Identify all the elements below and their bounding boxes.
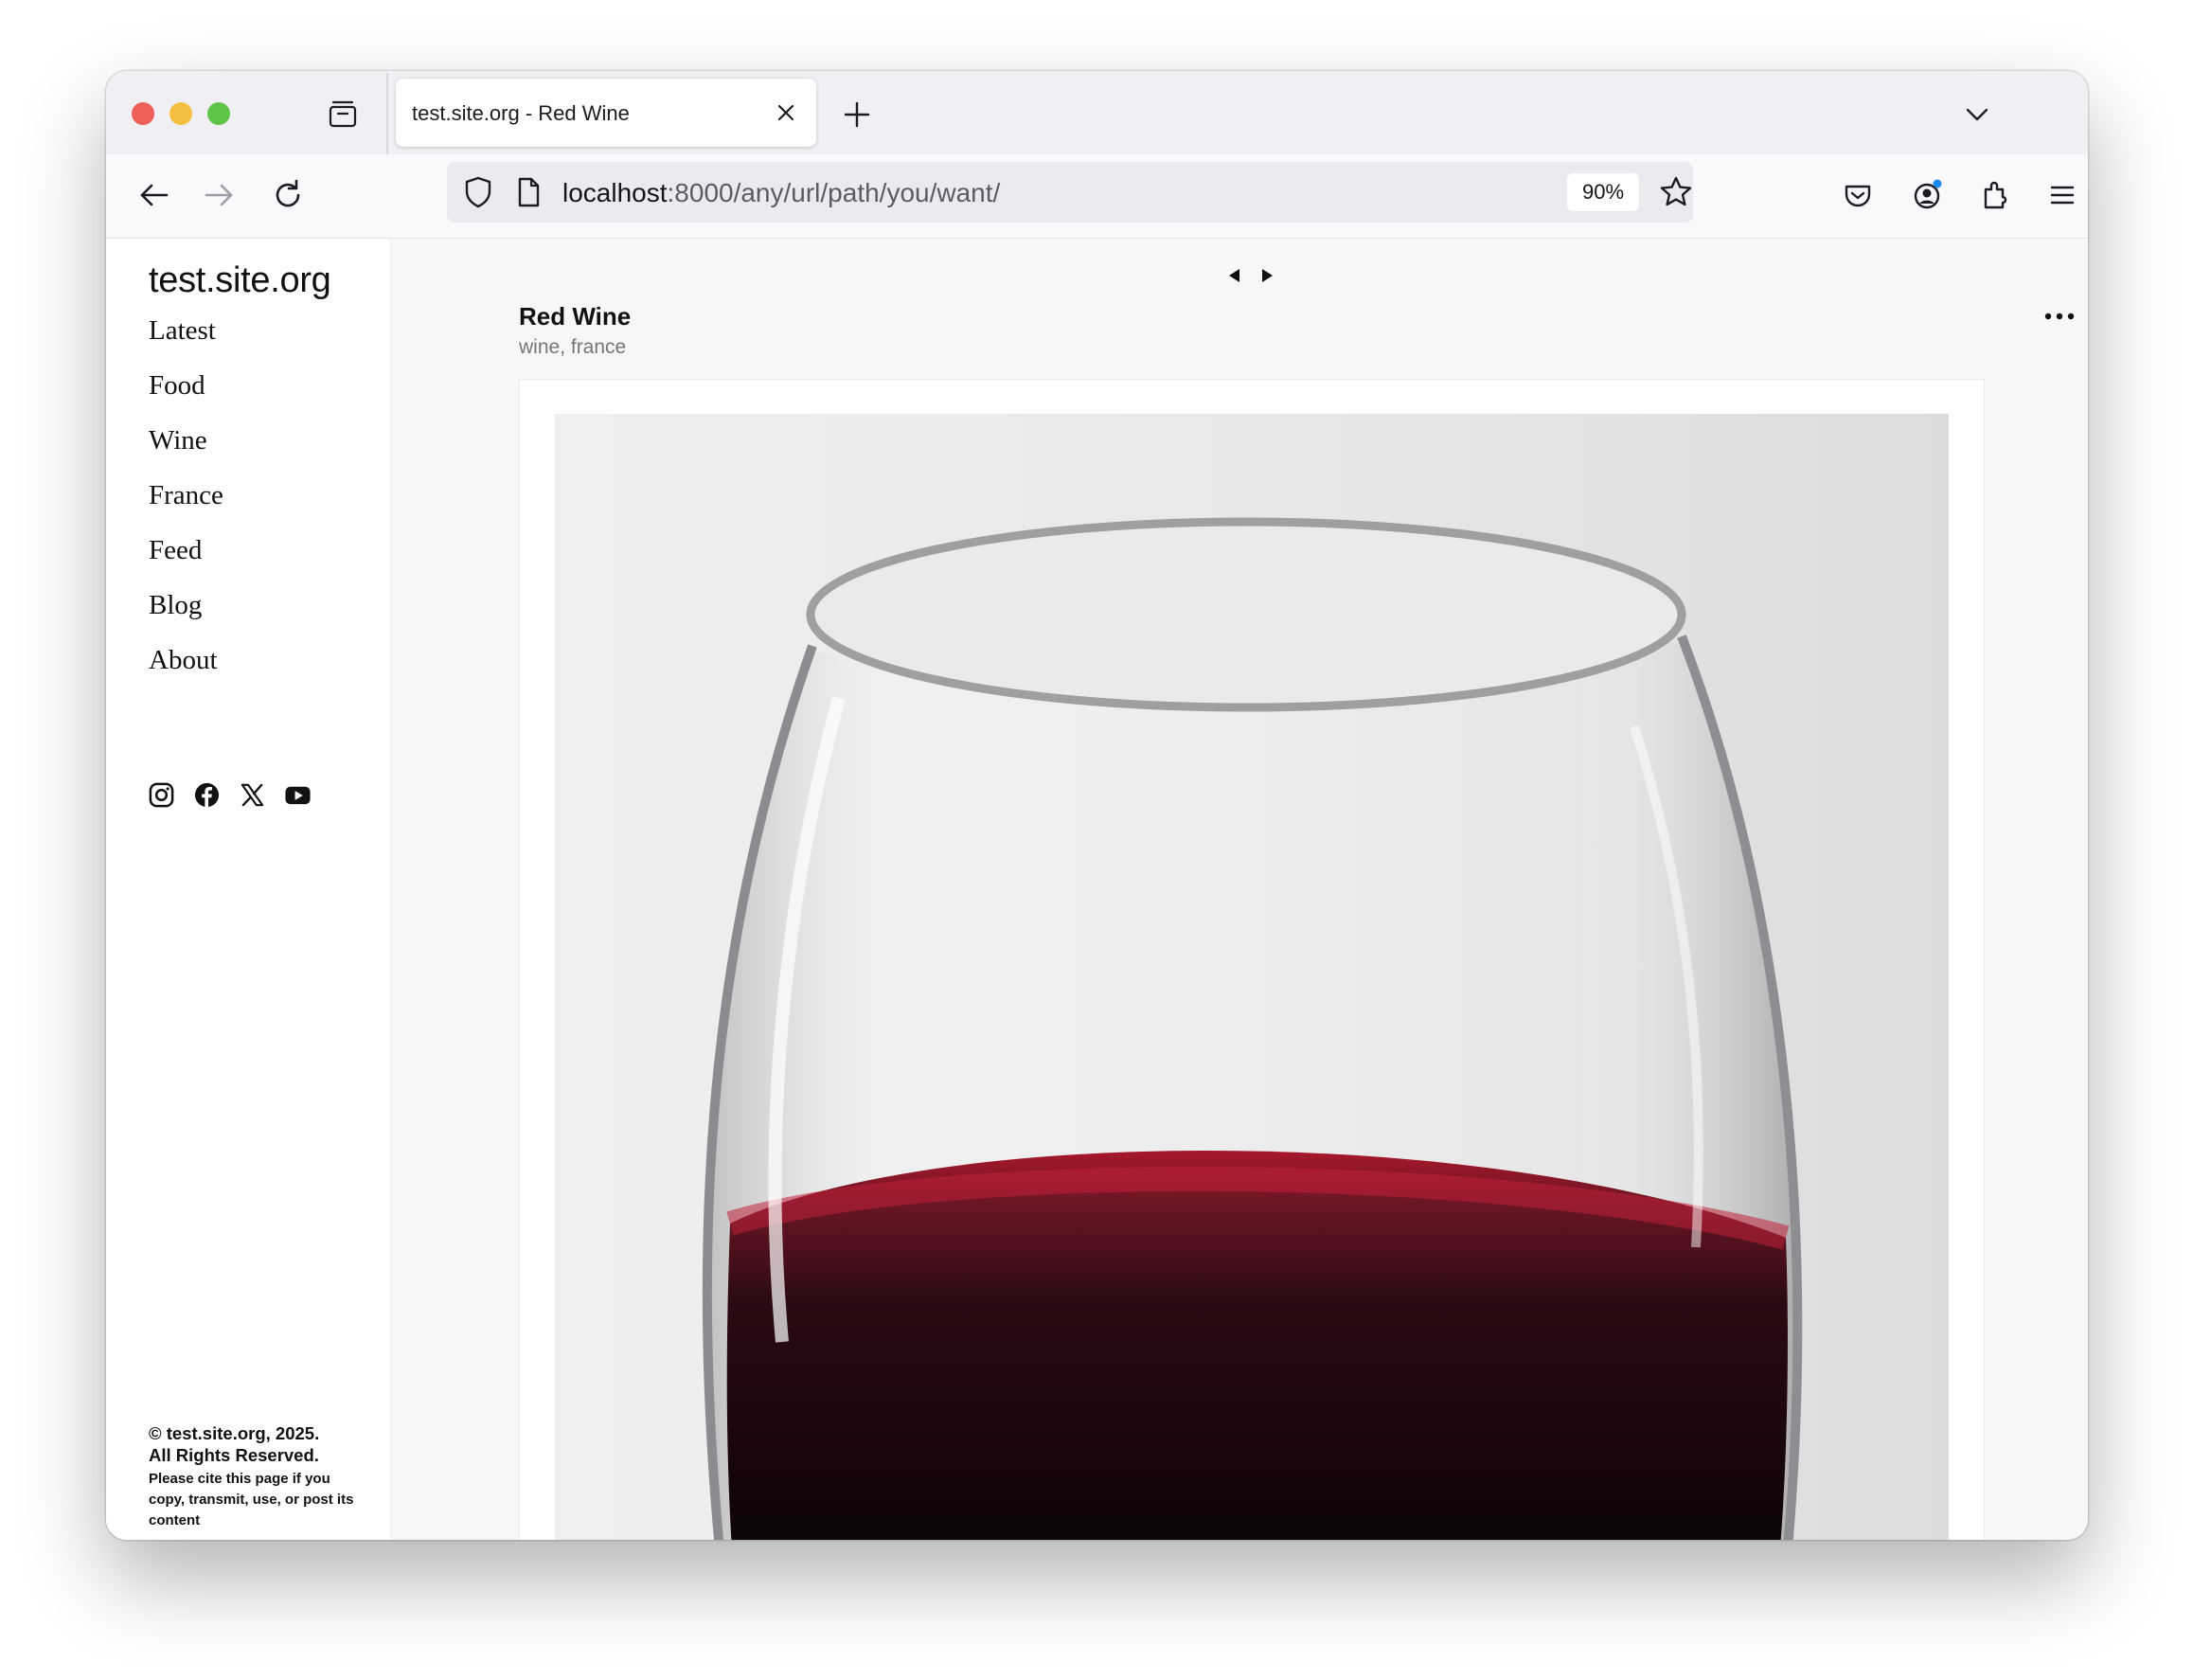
nav-item-feed[interactable]: Feed [149, 534, 223, 589]
extensions-icon[interactable] [1976, 176, 2014, 214]
zoom-level-button[interactable]: 90% [1567, 173, 1639, 211]
account-icon[interactable] [1908, 176, 1946, 214]
tab-strip-divider [386, 73, 388, 154]
site-title-link[interactable]: test.site.org [149, 260, 331, 301]
wine-glass-photo [555, 414, 1949, 1540]
nav-item-blog[interactable]: Blog [149, 589, 223, 644]
maximize-window-button[interactable] [207, 102, 230, 125]
page-content: test.site.org Latest Food Wine France Fe… [106, 239, 2088, 1540]
post-pager [1226, 267, 1275, 284]
new-tab-icon[interactable] [840, 98, 874, 132]
site-footer: © test.site.org, 2025. All Rights Reserv… [149, 1422, 366, 1531]
tab-strip: test.site.org - Red Wine [106, 71, 2088, 154]
copyright-line-2: All Rights Reserved. [149, 1445, 319, 1465]
close-tab-icon[interactable] [773, 99, 799, 126]
back-arrow-icon[interactable] [134, 176, 172, 214]
copyright-line-1: © test.site.org, 2025. [149, 1423, 320, 1443]
nav-item-france[interactable]: France [149, 479, 223, 534]
sidebar: test.site.org Latest Food Wine France Fe… [106, 239, 391, 1540]
tab-groups-icon[interactable] [326, 98, 360, 132]
bookmark-star-icon[interactable] [1657, 173, 1695, 211]
citation-notice: Please cite this page if you copy, trans… [149, 1471, 354, 1528]
facebook-icon[interactable] [193, 781, 221, 809]
next-post-icon[interactable] [1258, 267, 1275, 284]
nav-item-about[interactable]: About [149, 644, 223, 699]
photo-card [519, 379, 1985, 1540]
minimize-window-button[interactable] [169, 102, 192, 125]
browser-window: test.site.org - Red Wine localhost:8000/… [106, 71, 2088, 1540]
pocket-icon[interactable] [1839, 176, 1877, 214]
more-options-icon[interactable] [2041, 305, 2078, 328]
reload-icon[interactable] [269, 176, 307, 214]
forward-arrow-icon[interactable] [201, 176, 239, 214]
site-nav: Latest Food Wine France Feed Blog About [149, 314, 223, 699]
menu-icon[interactable] [2043, 176, 2081, 214]
tab-title: test.site.org - Red Wine [412, 101, 630, 125]
url-path: :8000/any/url/path/you/want/ [667, 178, 1001, 207]
main-column: Red Wine wine, france [390, 239, 2088, 1540]
post-title: Red Wine [519, 302, 632, 331]
nav-item-wine[interactable]: Wine [149, 424, 223, 479]
post-tags[interactable]: wine, france [519, 336, 626, 359]
nav-item-latest[interactable]: Latest [149, 314, 223, 369]
instagram-icon[interactable] [148, 781, 175, 809]
x-icon[interactable] [239, 781, 266, 809]
close-window-button[interactable] [132, 102, 154, 125]
previous-post-icon[interactable] [1226, 267, 1243, 284]
tab-active[interactable]: test.site.org - Red Wine [396, 79, 816, 147]
nav-item-food[interactable]: Food [149, 369, 223, 424]
navigation-toolbar: localhost:8000/any/url/path/you/want/ 90… [106, 154, 2088, 239]
shield-icon[interactable] [460, 174, 496, 210]
social-links [148, 781, 312, 809]
page-icon [518, 177, 540, 207]
url-host: localhost [562, 178, 668, 207]
youtube-icon[interactable] [284, 781, 312, 809]
address-bar[interactable]: localhost:8000/any/url/path/you/want/ 90… [447, 162, 1693, 223]
chevron-down-icon[interactable] [1962, 99, 1992, 130]
url-text[interactable]: localhost:8000/any/url/path/you/want/ [562, 178, 1000, 208]
